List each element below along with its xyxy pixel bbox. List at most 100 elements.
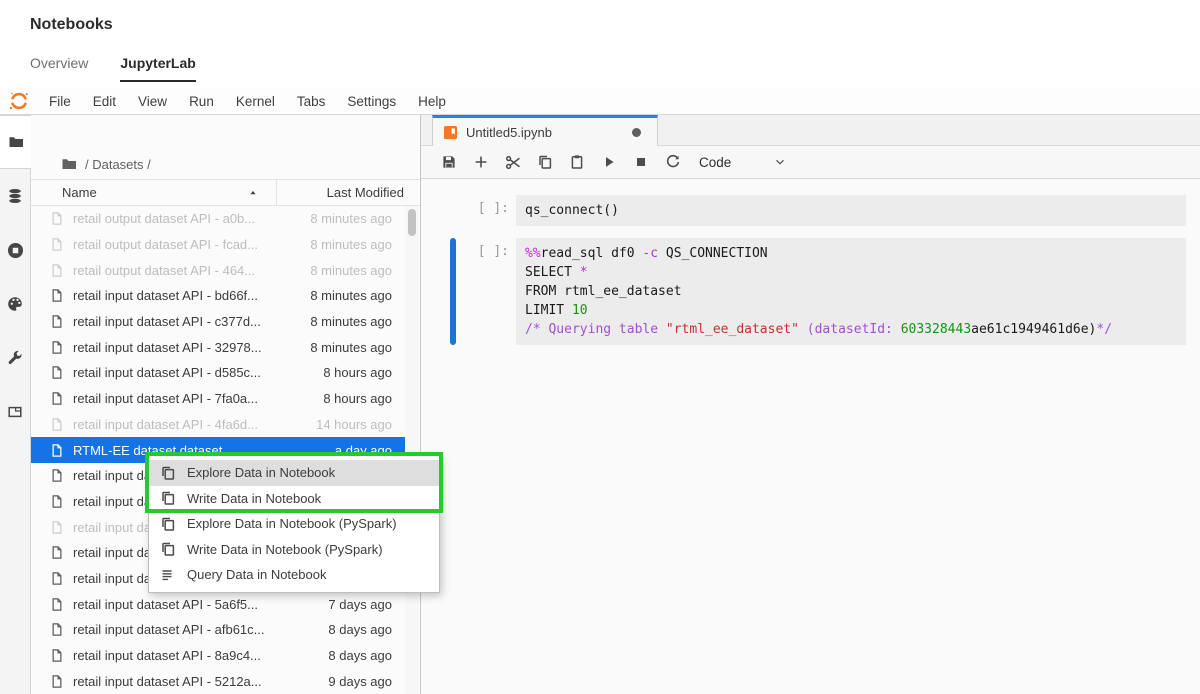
file-modified: 8 hours ago	[323, 391, 392, 406]
notebook-toolbar: Code	[421, 146, 1200, 179]
file-browser-toolbar-spacer	[31, 115, 420, 149]
wrench-icon	[7, 350, 23, 366]
file-name: retail input dataset API - 4fa6d...	[73, 417, 316, 432]
menu-settings[interactable]: Settings	[336, 94, 407, 109]
file-icon	[50, 417, 64, 432]
sidebar-item-file-browser[interactable]	[0, 115, 31, 169]
menu-item-label: Explore Data in Notebook	[187, 465, 335, 480]
menubar-items: FileEditViewRunKernelTabsSettingsHelp	[38, 94, 457, 109]
table-row[interactable]: retail input dataset API - 5a6f5...7 day…	[31, 591, 405, 617]
file-icon	[50, 314, 64, 329]
unsaved-dot-icon	[632, 128, 641, 137]
menu-item-write-data-in-notebook[interactable]: Write Data in Notebook	[149, 486, 439, 512]
sidebar-item-commands[interactable]	[0, 277, 30, 331]
file-modified: 8 minutes ago	[310, 288, 392, 303]
table-row[interactable]: retail input dataset API - 8a9c4...8 day…	[31, 643, 405, 669]
sidebar-item-data[interactable]	[0, 169, 30, 223]
file-icon	[50, 443, 64, 458]
file-icon	[50, 520, 64, 535]
menu-view[interactable]: View	[127, 94, 178, 109]
cell-type-value: Code	[699, 155, 731, 170]
insert-cell-button[interactable]	[465, 146, 497, 178]
menu-item-explore-data-in-notebook-pyspark-[interactable]: Explore Data in Notebook (PySpark)	[149, 511, 439, 537]
column-header-name[interactable]: Name	[31, 180, 276, 205]
file-icon	[50, 468, 64, 483]
file-browser-panel: / Datasets / Name Last Modified retail o…	[31, 115, 420, 694]
restart-kernel-button[interactable]	[657, 146, 689, 178]
table-row[interactable]: retail output dataset API - fcad...8 min…	[31, 232, 405, 258]
copy-icon	[160, 490, 176, 506]
menu-item-explore-data-in-notebook[interactable]: Explore Data in Notebook	[149, 460, 439, 486]
copy-cells-button[interactable]	[529, 146, 561, 178]
file-icon	[50, 494, 64, 509]
cell-editor[interactable]: qs_connect()	[516, 195, 1186, 226]
cut-cells-button[interactable]	[497, 146, 529, 178]
sidebar-item-running-sessions[interactable]	[0, 223, 30, 277]
restart-icon	[665, 154, 681, 170]
menu-help[interactable]: Help	[407, 94, 457, 109]
menu-item-write-data-in-notebook-pyspark-[interactable]: Write Data in Notebook (PySpark)	[149, 537, 439, 563]
table-row[interactable]: retail output dataset API - 464...8 minu…	[31, 257, 405, 283]
scrollbar-track[interactable]	[405, 206, 419, 694]
menu-kernel[interactable]: Kernel	[225, 94, 286, 109]
table-row[interactable]: retail input dataset API - 7fa0a...8 hou…	[31, 386, 405, 412]
file-modified: 8 hours ago	[323, 365, 392, 380]
scrollbar-thumb[interactable]	[408, 209, 416, 236]
cell-type-select[interactable]: Code	[699, 155, 787, 170]
table-row[interactable]: retail input dataset API - afb61c...8 da…	[31, 617, 405, 643]
folder-icon	[61, 156, 77, 172]
menu-edit[interactable]: Edit	[82, 94, 127, 109]
paste-cells-button[interactable]	[561, 146, 593, 178]
file-modified: 9 days ago	[328, 674, 392, 689]
database-icon	[7, 188, 23, 204]
file-name: retail output dataset API - a0b...	[73, 211, 310, 226]
folder-icon	[8, 134, 24, 150]
file-name: retail input dataset API - 8a9c4...	[73, 648, 328, 663]
sidebar-item-open-tabs[interactable]	[0, 385, 30, 439]
notebook-tab-title: Untitled5.ipynb	[466, 125, 632, 140]
table-row[interactable]: retail input dataset API - 5212a...9 day…	[31, 668, 405, 694]
interrupt-kernel-button[interactable]	[625, 146, 657, 178]
table-row[interactable]: retail output dataset API - a0b...8 minu…	[31, 206, 405, 232]
notebook-tab[interactable]: Untitled5.ipynb	[432, 115, 658, 146]
table-row[interactable]: retail input dataset API - d585c...8 hou…	[31, 360, 405, 386]
table-row[interactable]: retail input dataset API - 32978...8 min…	[31, 334, 405, 360]
cell-editor[interactable]: %%read_sql df0 -c QS_CONNECTIONSELECT *F…	[516, 238, 1186, 345]
file-name: retail output dataset API - fcad...	[73, 237, 310, 252]
file-name: retail input dataset API - bd66f...	[73, 288, 310, 303]
column-header-modified[interactable]: Last Modified	[276, 180, 420, 205]
menu-tabs[interactable]: Tabs	[286, 94, 337, 109]
file-name: retail input dataset API - 5212a...	[73, 674, 328, 689]
table-row[interactable]: retail input dataset API - c377d...8 min…	[31, 309, 405, 335]
menu-run[interactable]: Run	[178, 94, 225, 109]
cell-prompt: [ ]:	[456, 238, 516, 345]
menu-file[interactable]: File	[38, 94, 82, 109]
chevron-down-icon	[773, 155, 787, 169]
file-modified: 8 days ago	[328, 622, 392, 637]
file-modified: 8 days ago	[328, 648, 392, 663]
table-row[interactable]: retail input dataset API - bd66f...8 min…	[31, 283, 405, 309]
app-root: Notebooks Overview JupyterLab FileEditVie…	[0, 0, 1200, 694]
add-icon	[473, 154, 489, 170]
file-modified: 7 days ago	[328, 597, 392, 612]
sidebar-item-property-inspector[interactable]	[0, 331, 30, 385]
top-tabs: Overview JupyterLab	[30, 55, 1200, 82]
file-icon	[50, 648, 64, 663]
tab-overview[interactable]: Overview	[30, 55, 88, 82]
breadcrumb[interactable]: / Datasets /	[31, 149, 420, 179]
file-list-header: Name Last Modified	[31, 179, 420, 206]
cell-prompt: [ ]:	[456, 195, 516, 226]
tabs-icon	[7, 404, 23, 420]
copy-icon	[537, 154, 553, 170]
run-cell-button[interactable]	[593, 146, 625, 178]
copy-icon	[160, 516, 176, 532]
menu-item-label: Write Data in Notebook	[187, 491, 321, 506]
file-modified: 8 minutes ago	[310, 237, 392, 252]
file-modified: 8 minutes ago	[310, 263, 392, 278]
table-row[interactable]: retail input dataset API - 4fa6d...14 ho…	[31, 412, 405, 438]
file-icon	[50, 597, 64, 612]
menu-item-query-data-in-notebook[interactable]: Query Data in Notebook	[149, 562, 439, 588]
save-button[interactable]	[433, 146, 465, 178]
page-title: Notebooks	[30, 0, 1200, 34]
tab-jupyterlab[interactable]: JupyterLab	[120, 55, 195, 82]
